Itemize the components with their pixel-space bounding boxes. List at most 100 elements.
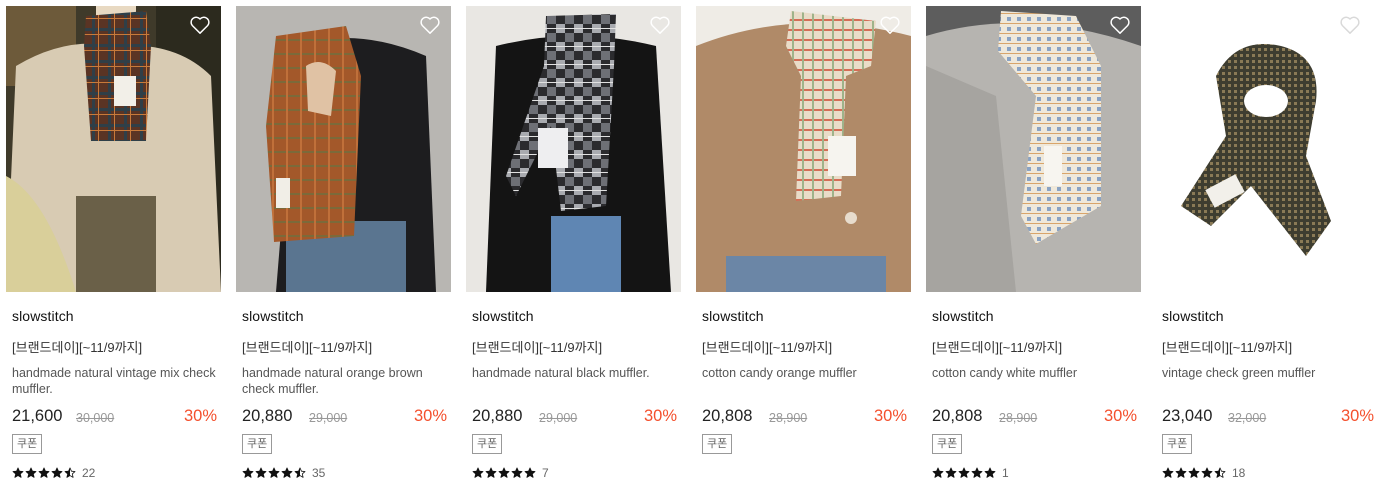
scarf-photo: [1156, 6, 1371, 292]
star-icon: [485, 467, 497, 478]
review-count: 18: [1232, 466, 1246, 480]
product-name[interactable]: vintage check green muffler: [1162, 365, 1367, 381]
product-image[interactable]: [6, 6, 221, 292]
discount-rate: 30%: [873, 407, 907, 425]
rating: 35: [242, 465, 325, 481]
discount-rate: 30%: [413, 407, 447, 425]
original-price: 29,000: [309, 411, 348, 425]
star-icon: [984, 467, 996, 478]
wishlist-heart-icon[interactable]: [189, 15, 211, 35]
product-image[interactable]: [236, 6, 451, 292]
star-icon: [1162, 467, 1174, 478]
coupon-badge: 쿠폰: [12, 434, 43, 454]
promo-tag: [브랜드데이][~11/9까지]: [242, 340, 373, 355]
star-rating-icon: [242, 467, 307, 479]
promo-tag: [브랜드데이][~11/9까지]: [1162, 340, 1293, 355]
scarf-photo: [466, 6, 681, 292]
product-card[interactable]: slowstitch [브랜드데이][~11/9까지] handmade nat…: [236, 6, 451, 485]
scarf-photo: [6, 6, 221, 292]
product-image[interactable]: [696, 6, 911, 292]
promo-tag: [브랜드데이][~11/9까지]: [702, 340, 833, 355]
star-icon: [472, 467, 484, 478]
original-price: 28,900: [769, 411, 808, 425]
star-icon: [64, 467, 76, 478]
product-card[interactable]: slowstitch [브랜드데이][~11/9까지] handmade nat…: [6, 6, 221, 485]
star-icon: [281, 467, 293, 478]
promo-tag: [브랜드데이][~11/9까지]: [472, 340, 603, 355]
star-icon: [51, 467, 63, 478]
star-icon: [25, 467, 37, 478]
rating: 1: [932, 465, 1009, 481]
brand-name[interactable]: slowstitch: [472, 308, 534, 324]
star-icon: [958, 467, 970, 478]
original-price: 30,000: [76, 411, 115, 425]
star-icon: [38, 467, 50, 478]
star-icon: [242, 467, 254, 478]
coupon-badge: 쿠폰: [702, 434, 733, 454]
star-icon: [294, 467, 306, 478]
review-count: 7: [542, 466, 549, 480]
original-price: 28,900: [999, 411, 1038, 425]
star-rating-icon: [1162, 467, 1227, 479]
star-icon: [255, 467, 267, 478]
star-icon: [1214, 467, 1226, 478]
review-count: 35: [312, 466, 326, 480]
star-icon: [1201, 467, 1213, 478]
wishlist-heart-icon[interactable]: [879, 15, 901, 35]
star-rating-icon: [932, 467, 997, 479]
scarf-photo: [236, 6, 451, 292]
discount-rate: 30%: [183, 407, 217, 425]
product-name[interactable]: cotton candy orange muffler: [702, 365, 907, 381]
scarf-photo: [696, 6, 911, 292]
star-icon: [945, 467, 957, 478]
product-name[interactable]: handmade natural black muffler.: [472, 365, 677, 381]
discount-rate: 30%: [1103, 407, 1137, 425]
sale-price: 21,600: [12, 407, 63, 425]
brand-name[interactable]: slowstitch: [702, 308, 764, 324]
product-name[interactable]: handmade natural orange brown check muff…: [242, 365, 447, 397]
review-count: 22: [82, 466, 96, 480]
rating: 22: [12, 465, 95, 481]
product-card[interactable]: slowstitch [브랜드데이][~11/9까지] cotton candy…: [696, 6, 911, 485]
brand-name[interactable]: slowstitch: [1162, 308, 1224, 324]
star-rating-icon: [472, 467, 537, 479]
star-icon: [932, 467, 944, 478]
original-price: 32,000: [1228, 411, 1267, 425]
star-rating-icon: [12, 467, 77, 479]
product-card[interactable]: slowstitch [브랜드데이][~11/9까지] handmade nat…: [466, 6, 681, 485]
review-count: 1: [1002, 466, 1009, 480]
product-name[interactable]: handmade natural vintage mix check muffl…: [12, 365, 217, 397]
wishlist-heart-icon[interactable]: [1339, 15, 1361, 35]
star-icon: [268, 467, 280, 478]
product-card[interactable]: slowstitch [브랜드데이][~11/9까지] vintage chec…: [1156, 6, 1378, 485]
promo-tag: [브랜드데이][~11/9까지]: [12, 340, 143, 355]
star-icon: [1175, 467, 1187, 478]
discount-rate: 30%: [643, 407, 677, 425]
wishlist-heart-icon[interactable]: [1109, 15, 1131, 35]
product-name[interactable]: cotton candy white muffler: [932, 365, 1137, 381]
product-image[interactable]: [1156, 6, 1371, 292]
original-price: 29,000: [539, 411, 578, 425]
brand-name[interactable]: slowstitch: [12, 308, 74, 324]
wishlist-heart-icon[interactable]: [419, 15, 441, 35]
product-card[interactable]: slowstitch [브랜드데이][~11/9까지] cotton candy…: [926, 6, 1141, 485]
product-image[interactable]: [466, 6, 681, 292]
sale-price: 20,880: [472, 407, 523, 425]
sale-price: 20,808: [702, 407, 753, 425]
star-icon: [971, 467, 983, 478]
wishlist-heart-icon[interactable]: [649, 15, 671, 35]
star-icon: [498, 467, 510, 478]
sale-price: 20,808: [932, 407, 983, 425]
product-image[interactable]: [926, 6, 1141, 292]
rating: 18: [1162, 465, 1245, 481]
sale-price: 23,040: [1162, 407, 1213, 425]
star-icon: [524, 467, 536, 478]
coupon-badge: 쿠폰: [932, 434, 963, 454]
brand-name[interactable]: slowstitch: [242, 308, 304, 324]
coupon-badge: 쿠폰: [472, 434, 503, 454]
rating: 7: [472, 465, 549, 481]
coupon-badge: 쿠폰: [1162, 434, 1193, 454]
brand-name[interactable]: slowstitch: [932, 308, 994, 324]
star-icon: [1188, 467, 1200, 478]
promo-tag: [브랜드데이][~11/9까지]: [932, 340, 1063, 355]
